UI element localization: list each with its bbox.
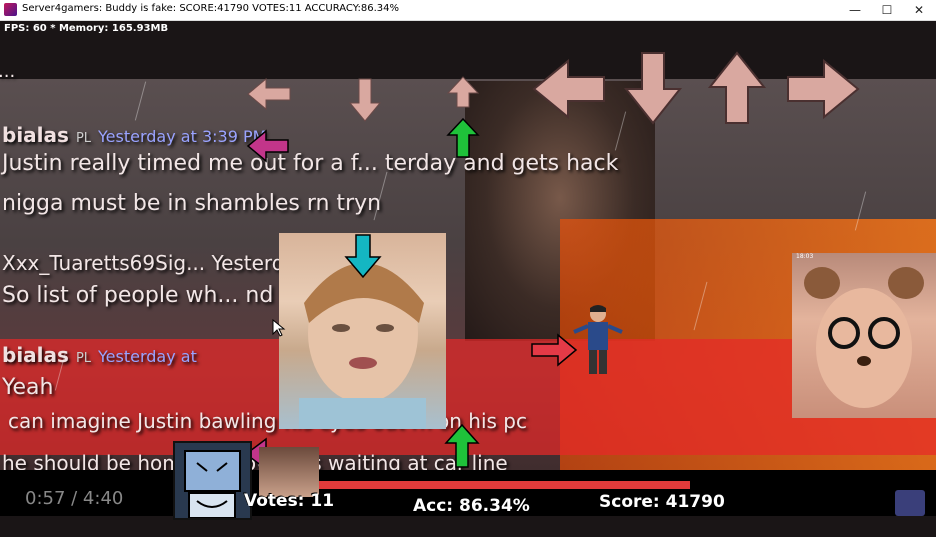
strum-up-icon	[707, 51, 767, 124]
note-up-icon	[446, 117, 480, 158]
app-icon	[4, 3, 17, 16]
strum-down-icon	[623, 52, 683, 125]
note-left-icon	[246, 129, 289, 163]
note-right-icon	[531, 333, 578, 367]
chat-message: nigga must be in shambles rn tryn	[2, 191, 382, 216]
score-counter: Score: 41790	[599, 492, 725, 512]
chat-username: bialas	[2, 343, 69, 367]
chat-flag: PL	[75, 351, 92, 366]
note-up-icon	[444, 423, 480, 468]
corner-logo-icon	[895, 490, 925, 516]
chat-message-header: bialas PL Yesterday at 3:39 PM	[2, 123, 266, 148]
votes-counter: Votes: 11	[244, 491, 335, 511]
face-photo-right: 18:03	[792, 253, 936, 418]
note-down-icon	[344, 234, 382, 279]
chat-partial-line: ...	[0, 61, 16, 82]
player-health-icon	[173, 441, 252, 520]
chat-flag: PL	[75, 131, 92, 146]
phone-time: 18:03	[796, 253, 814, 260]
window-title: Server4gamers: Buddy is fake: SCORE:4179…	[22, 3, 399, 14]
strum-right-icon	[787, 58, 860, 120]
opponent-character	[570, 304, 626, 378]
strum-down-icon	[348, 78, 382, 122]
close-button[interactable]: ✕	[902, 0, 936, 20]
accuracy-counter: Acc: 86.34%	[413, 496, 530, 516]
health-bar	[318, 481, 690, 489]
song-time: 0:57 / 4:40	[25, 488, 124, 509]
chat-message-header: bialas PL Yesterday at	[2, 343, 197, 368]
fps-counter: FPS: 60 * Memory: 165.93MB	[4, 23, 169, 34]
strum-left-icon	[532, 58, 605, 120]
window-titlebar: Server4gamers: Buddy is fake: SCORE:4179…	[0, 0, 936, 21]
chat-message: Yeah	[2, 375, 54, 400]
strum-left-icon	[247, 77, 291, 111]
chat-message: Justin really timed me out for a f... te…	[2, 151, 619, 176]
mouse-cursor-icon	[272, 319, 286, 337]
game-viewport[interactable]: ... bialas PL Yesterday at 3:39 PM Justi…	[0, 21, 936, 537]
strum-up-icon	[446, 76, 480, 108]
minimize-button[interactable]: —	[838, 0, 872, 20]
chat-username: bialas	[2, 123, 69, 147]
maximize-button[interactable]: ☐	[870, 0, 904, 20]
chat-timestamp: Yesterday at 3:39 PM	[98, 127, 267, 146]
chat-timestamp: Yesterday at	[98, 347, 197, 366]
opponent-health-icon	[259, 447, 319, 497]
